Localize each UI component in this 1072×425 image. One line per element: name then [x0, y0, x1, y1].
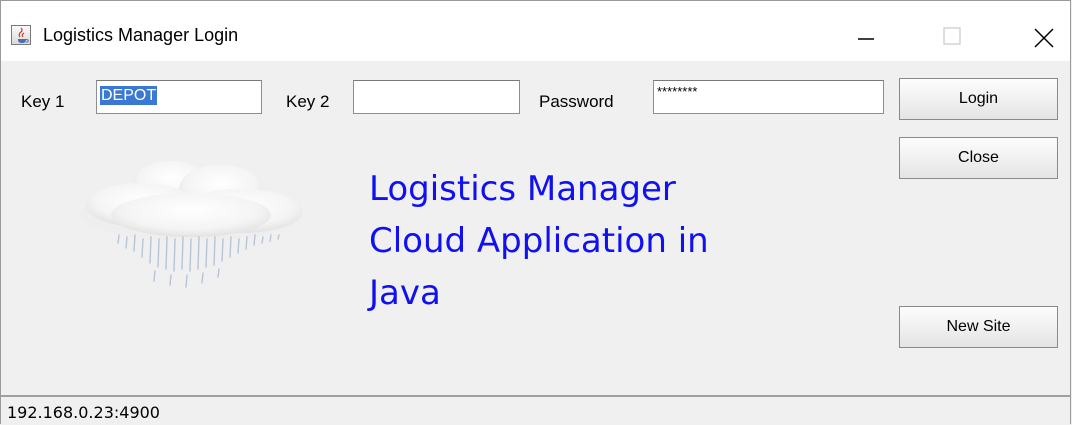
login-button[interactable]: Login — [899, 78, 1058, 120]
close-window-button[interactable] — [1015, 13, 1072, 59]
key1-input[interactable]: DEPOT — [96, 80, 262, 114]
server-address: 192.168.0.23:4900 — [7, 403, 160, 422]
password-value: ******** — [657, 84, 698, 99]
minimize-icon — [858, 38, 874, 40]
login-window: Logistics Manager Login Key 1 DEPOT Key … — [0, 0, 1071, 425]
maximize-icon — [943, 27, 961, 45]
window-title: Logistics Manager Login — [43, 25, 239, 45]
close-button[interactable]: Close — [899, 137, 1058, 179]
close-icon — [1034, 28, 1054, 48]
java-cup-icon[interactable] — [11, 25, 31, 45]
app-banner: Logistics Manager Cloud Application in J… — [369, 163, 709, 319]
key2-input[interactable] — [353, 80, 520, 114]
banner-line-1: Logistics Manager — [369, 169, 676, 209]
key1-value: DEPOT — [100, 86, 158, 105]
title-bar[interactable]: Logistics Manager Login — [1, 1, 1070, 61]
rain-cloud-icon — [71, 153, 311, 313]
password-input[interactable]: ******** — [653, 80, 884, 114]
minimize-button[interactable] — [836, 13, 896, 59]
status-bar: 192.168.0.23:4900 — [1, 395, 1070, 425]
login-panel: Key 1 DEPOT Key 2 Password ******** Logi… — [1, 61, 1070, 395]
key2-label: Key 2 — [286, 92, 330, 111]
key1-label: Key 1 — [21, 92, 65, 111]
new-site-button[interactable]: New Site — [899, 306, 1058, 348]
maximize-button[interactable] — [919, 13, 979, 59]
banner-line-2: Cloud Application in — [369, 221, 709, 261]
banner-line-3: Java — [369, 273, 441, 313]
password-label: Password — [539, 92, 614, 111]
